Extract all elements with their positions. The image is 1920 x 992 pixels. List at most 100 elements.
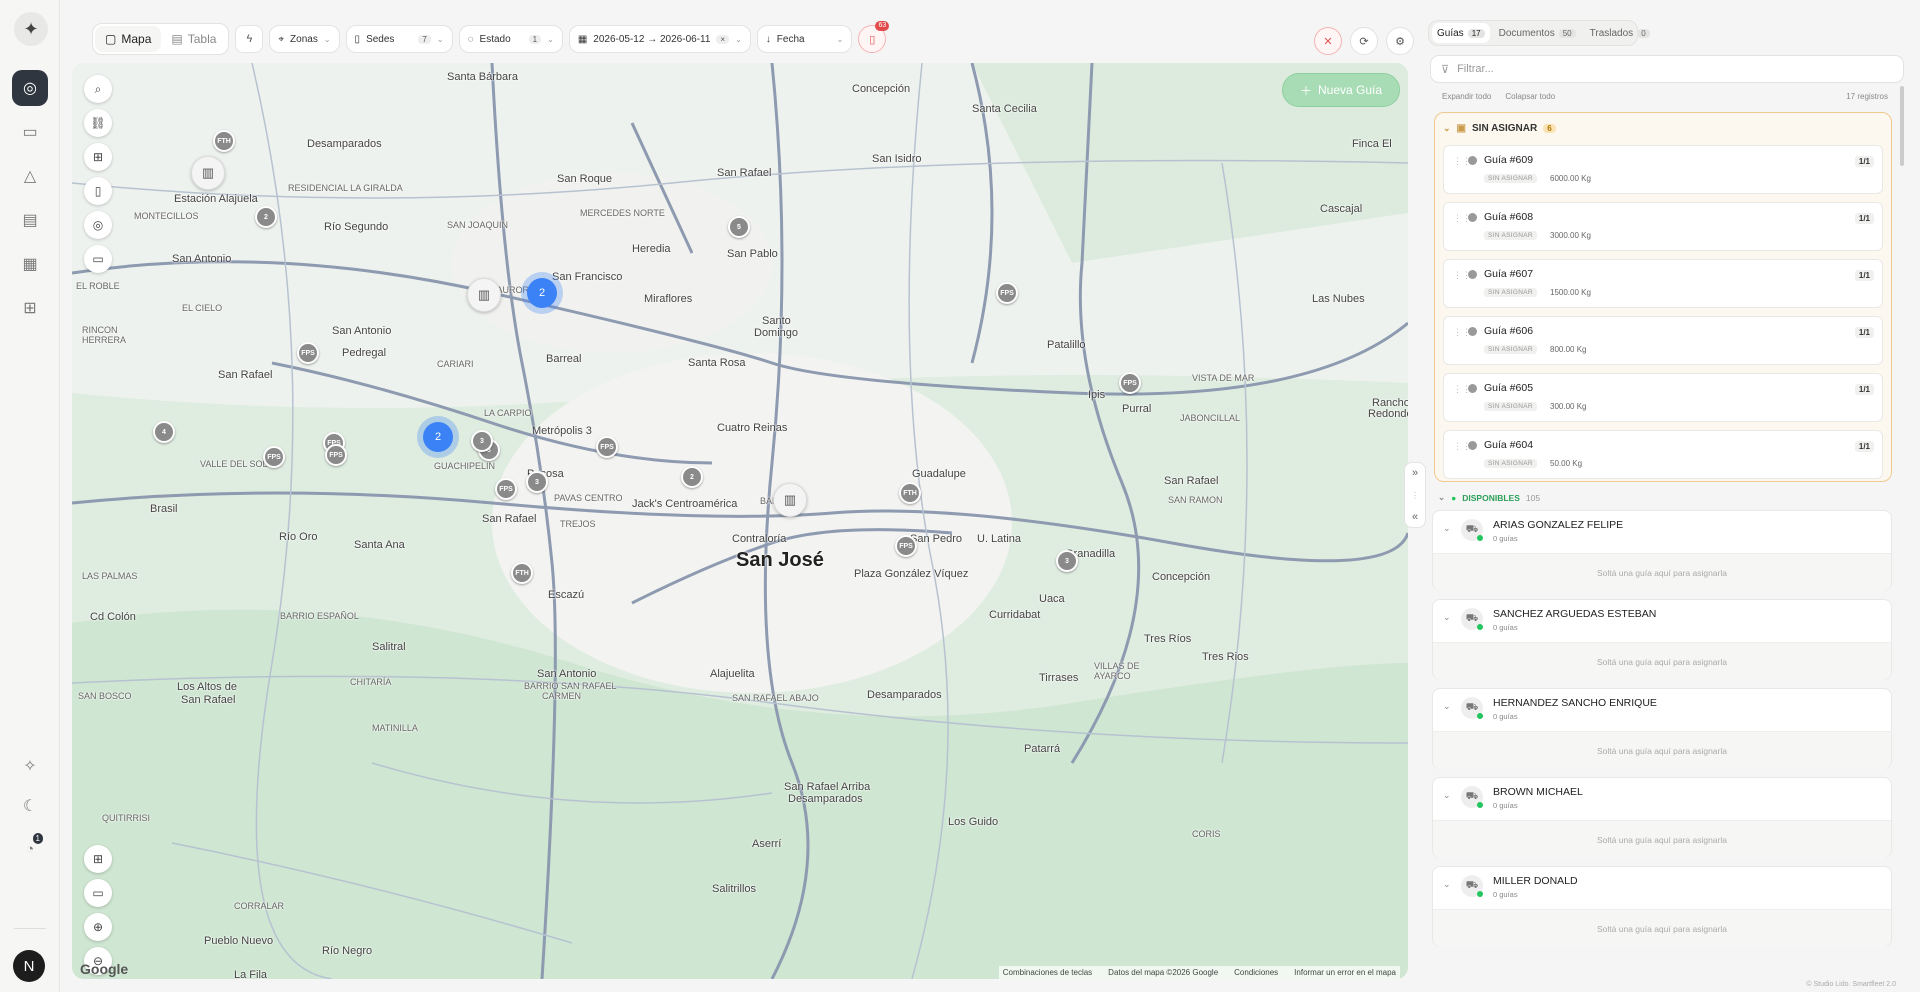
chevron-down-icon[interactable]: ⌄ — [1443, 612, 1451, 623]
new-guide-button[interactable]: ＋ Nueva Guía — [1282, 73, 1400, 107]
map-marker[interactable]: FTH — [899, 482, 921, 504]
chevrons-left-icon[interactable]: « — [1412, 511, 1418, 523]
map-marker[interactable]: FPS — [325, 444, 347, 466]
filter-input[interactable]: ⊽ Filtrar... — [1430, 55, 1904, 83]
status-label: Estado — [479, 33, 511, 45]
map-marker[interactable]: FPS — [996, 282, 1018, 304]
map-search-button[interactable]: ⌕ — [84, 75, 112, 103]
panel-collapser[interactable]: » ⋮ « — [1404, 462, 1426, 528]
rail-item-monitor[interactable]: ▭ — [12, 114, 48, 150]
sparkle-icon[interactable]: ✧ — [12, 748, 48, 784]
map-marker[interactable]: FPS — [263, 446, 285, 468]
settings-icon[interactable]: ⚙ — [1386, 27, 1414, 55]
alerts-button[interactable]: ▯ 63 — [858, 21, 890, 53]
chevron-down-icon[interactable]: ⌄ — [1443, 790, 1451, 801]
user-avatar[interactable]: N — [13, 950, 45, 982]
driver-card[interactable]: ⌄ ⛟ BROWN MICHAEL 0 guías Soltá una guía aqu… — [1432, 777, 1892, 858]
driver-drop-zone[interactable]: Soltá una guía aquí para asignarla — [1433, 820, 1891, 858]
map-place-label: San Pablo — [727, 248, 778, 260]
guide-card[interactable]: ⋮⋮ Guía #606 SIN ASIGNAR 800.00 Kg 1/1 — [1443, 316, 1883, 365]
guide-card[interactable]: ⋮⋮ Guía #609 SIN ASIGNAR 6000.00 Kg 1/1 — [1443, 145, 1883, 194]
map-marker[interactable]: FPS — [596, 436, 618, 458]
status-filter[interactable]: ◌ Estado 1 ⌄ — [458, 25, 563, 53]
driver-card[interactable]: ⌄ ⛟ SANCHEZ ARGUEDAS ESTEBAN 0 guías Soltá u… — [1432, 599, 1892, 680]
marker-cluster[interactable]: 2 — [527, 278, 557, 308]
driver-card[interactable]: ⌄ ⛟ HERNANDEZ SANCHO ENRIQUE 0 guías Soltá u… — [1432, 688, 1892, 769]
map-marker[interactable]: 3 — [526, 471, 548, 493]
chevron-down-icon[interactable]: ⌄ — [1443, 523, 1451, 534]
chevron-down-icon[interactable]: ⌄ — [1443, 701, 1451, 712]
driver-drop-zone[interactable]: Soltá una guía aquí para asignarla — [1433, 731, 1891, 769]
zones-filter[interactable]: ⌖ Zonas ⌄ — [269, 25, 340, 53]
driver-drop-zone[interactable]: Soltá una guía aquí para asignarla — [1433, 909, 1891, 947]
zoom-in-button[interactable]: ⊕ — [84, 913, 112, 941]
sort-by-date[interactable]: ↓ Fecha ⌄ — [756, 25, 853, 53]
bolt-button[interactable]: ϟ — [235, 25, 264, 53]
chevron-down-icon[interactable]: ⌄ — [1443, 879, 1451, 890]
app-logo[interactable]: ✦ — [14, 12, 48, 46]
clipboard-icon: ▤ — [22, 212, 38, 229]
notifications-button[interactable]: ◔ 1 — [12, 830, 48, 866]
map-type-button[interactable]: ▭ — [84, 879, 112, 907]
map-bookmark-button[interactable]: ▯ — [84, 177, 112, 205]
date-range-picker[interactable]: ▦ 2026-05-12 → 2026-06-11 × ⌄ — [568, 25, 751, 53]
tab-documents[interactable]: Documentos 50 — [1494, 28, 1581, 39]
monitor-icon: ▭ — [22, 124, 38, 141]
map-canvas[interactable]: Santa Bárbara Concepción San Isidro Santa C… — [72, 63, 1408, 979]
collapse-all-link[interactable]: Colapsar todo — [1505, 92, 1555, 101]
map-marker[interactable]: 4 — [153, 421, 175, 443]
panel-scrollbar[interactable] — [1900, 86, 1904, 166]
tab-transfers[interactable]: Traslados 0 — [1585, 28, 1655, 39]
map-marker[interactable]: 3 — [471, 430, 493, 452]
driver-card[interactable]: ⌄ ⛟ MILLER DONALD 0 guías Soltá una guía aqu… — [1432, 866, 1892, 947]
pin-icon: ⌖ — [278, 33, 285, 45]
driver-drop-zone[interactable]: Soltá una guía aquí para asignarla — [1433, 553, 1891, 591]
map-marker[interactable]: FPS — [1119, 372, 1141, 394]
rail-item-globe[interactable]: ◎ — [12, 70, 48, 106]
map-locate-button[interactable]: ◎ — [84, 211, 112, 239]
tab-map[interactable]: ▢ Mapa — [95, 26, 162, 52]
rail-item-fleet[interactable]: ▦ — [12, 246, 48, 282]
unassigned-header[interactable]: ⌄ ▣ SIN ASIGNAR 6 — [1443, 119, 1883, 137]
guide-card[interactable]: ⋮⋮ Guía #607 SIN ASIGNAR 1500.00 Kg 1/1 — [1443, 259, 1883, 308]
map-marker[interactable]: 5 — [728, 216, 750, 238]
guide-card[interactable]: ⋮⋮ Guía #608 SIN ASIGNAR 3000.00 Kg 1/1 — [1443, 202, 1883, 251]
moon-icon[interactable]: ☾ — [12, 788, 48, 824]
sites-filter[interactable]: ▯ Sedes 7 ⌄ — [345, 25, 453, 53]
map-marker[interactable]: 2 — [255, 206, 277, 228]
map-vehicles-button[interactable]: ▭ — [84, 245, 112, 273]
refresh-icon[interactable]: ⟳ — [1350, 27, 1378, 55]
rail-item-alert[interactable]: △ — [12, 158, 48, 194]
map-grid-button[interactable]: ⊞ — [84, 143, 112, 171]
tab-guides[interactable]: Guías 17 — [1432, 23, 1490, 43]
report-error-link[interactable]: Informar un error en el mapa — [1294, 968, 1396, 977]
map-marker[interactable]: FPS — [297, 342, 319, 364]
close-icon[interactable]: ✕ — [1314, 27, 1342, 55]
available-header[interactable]: ⌄ ● DISPONIBLES 105 — [1438, 492, 1540, 503]
map-marker[interactable]: FTH — [511, 562, 533, 584]
map-marker[interactable]: FPS — [495, 478, 517, 500]
terms-link[interactable]: Condiciones — [1234, 968, 1278, 977]
map-marker[interactable]: FPS — [895, 535, 917, 557]
driver-card[interactable]: ⌄ ⛟ ARIAS GONZALEZ FELIPE 0 guías Soltá una … — [1432, 510, 1892, 591]
map-marker[interactable]: 3 — [1056, 550, 1078, 572]
depot-marker[interactable]: ▥ — [773, 483, 807, 517]
map-layers-button[interactable]: ⊞ — [84, 845, 112, 873]
rail-item-apps[interactable]: ⊞ — [12, 290, 48, 326]
marker-cluster[interactable]: 2 — [423, 422, 453, 452]
tab-table[interactable]: ▤ Tabla — [161, 26, 226, 52]
depot-marker[interactable]: ▥ — [467, 278, 501, 312]
depot-marker[interactable]: ▥ — [191, 156, 225, 190]
keyboard-shortcuts-link[interactable]: Combinaciones de teclas — [1003, 968, 1092, 977]
clear-date-icon[interactable]: × — [716, 34, 730, 44]
map-marker[interactable]: FTH — [213, 130, 235, 152]
map-marker[interactable]: 2 — [681, 466, 703, 488]
chevrons-right-icon[interactable]: » — [1412, 467, 1418, 479]
guide-card[interactable]: ⋮⋮ Guía #604 SIN ASIGNAR 50.00 Kg 1/1 — [1443, 430, 1883, 479]
map-link-button[interactable]: ⛓ — [84, 109, 112, 137]
guide-card[interactable]: ⋮⋮ Guía #605 SIN ASIGNAR 300.00 Kg 1/1 — [1443, 373, 1883, 422]
rail-item-clipboard[interactable]: ▤ — [12, 202, 48, 238]
driver-drop-zone[interactable]: Soltá una guía aquí para asignarla — [1433, 642, 1891, 680]
drag-handle[interactable]: ⋮ — [1411, 491, 1419, 500]
expand-all-link[interactable]: Expandir todo — [1442, 92, 1491, 101]
